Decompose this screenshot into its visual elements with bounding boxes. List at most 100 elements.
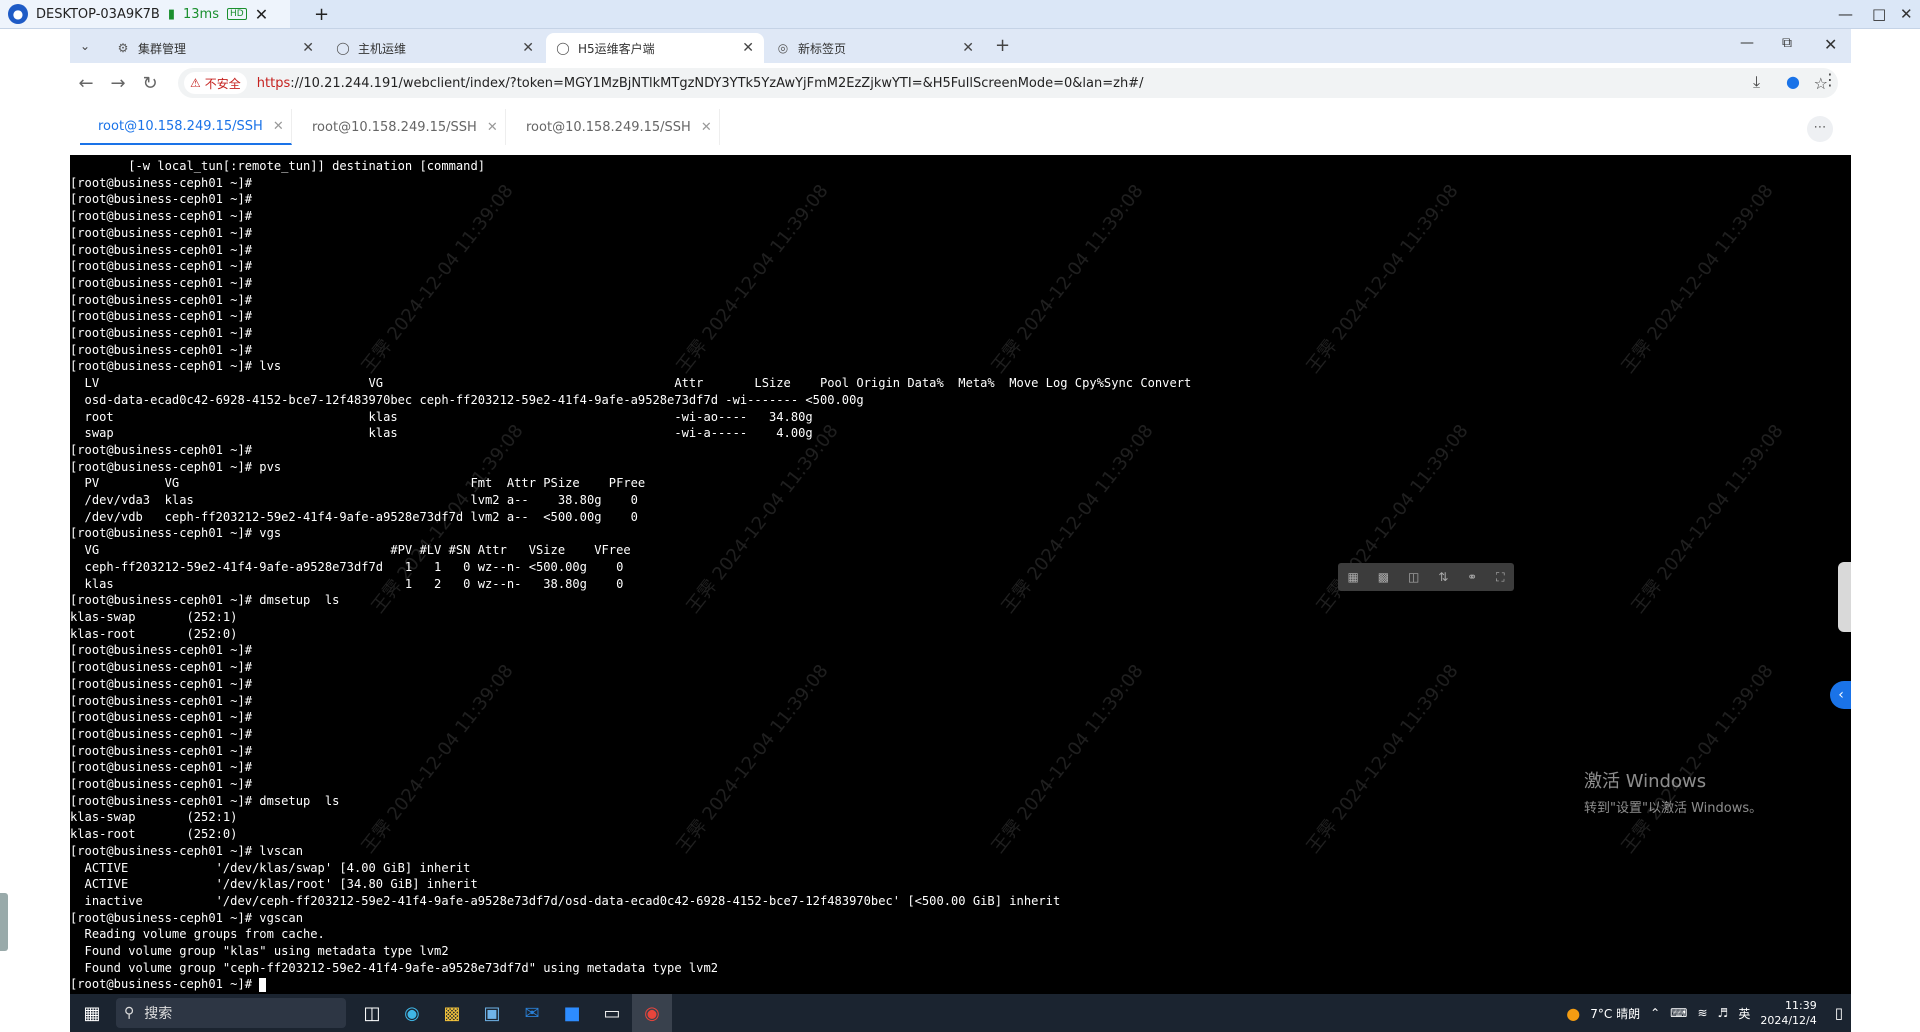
tab-new-tab[interactable]: ◎ 新标签页 ✕ xyxy=(766,33,984,63)
tab-search-icon[interactable]: ⌄ xyxy=(80,39,90,53)
menu-icon[interactable]: ⋮ xyxy=(1822,70,1838,89)
tab-label: 主机运维 xyxy=(358,41,407,56)
browser-tab-strip: ⌄ ⚙ 集群管理 ✕ ◯ 主机运维 ✕ ◯ H5运维客户端 ✕ ◎ 新标签页 ✕… xyxy=(70,29,1851,63)
shield-icon: ◯ xyxy=(556,41,570,55)
url-scheme: https xyxy=(256,75,291,91)
windows-taskbar: ▦ ⚲ 搜索 ◫ ◉ ▩ ▣ ✉ ■ ▭ ◉ ● 7°C 晴朗 ⌃ ⌨ ≋ ♬ … xyxy=(70,994,1851,1032)
shield-icon: ◯ xyxy=(336,41,350,55)
latency-value: 13ms xyxy=(183,6,219,22)
ssh-tab-label: root@10.158.249.15/SSH xyxy=(526,119,691,135)
desktop-left-margin xyxy=(0,29,70,994)
file-explorer-icon[interactable]: ▩ xyxy=(432,994,472,1032)
reload-icon[interactable]: ↻ xyxy=(134,67,166,99)
terminal-output: [-w local_tun[:remote_tun]] destination … xyxy=(70,158,1191,993)
ssh-terminal[interactable]: 王霁 2024-12-04 11:39:08 王霁 2024-12-04 11:3… xyxy=(70,155,1851,994)
clock[interactable]: 11:39 2024/12/4 xyxy=(1760,998,1816,1028)
grid-icon[interactable]: ▩ xyxy=(1378,570,1389,584)
tab-label: H5运维客户端 xyxy=(578,41,655,56)
remote-session-bar: ● DESKTOP-03A9K7B ▮ 13ms HD ✕ + — □ ✕ xyxy=(0,0,1920,29)
minimize-icon[interactable]: — xyxy=(1838,0,1853,28)
weather-text[interactable]: 7°C 晴朗 xyxy=(1590,1005,1640,1022)
terminal-lines: [-w local_tun[:remote_tun]] destination … xyxy=(70,159,1192,992)
maximize-icon[interactable]: □ xyxy=(1872,0,1886,28)
side-drag-handle[interactable] xyxy=(0,893,8,951)
keyboard-icon[interactable]: ⌨ xyxy=(1670,1006,1687,1020)
browser-window: ⌄ ⚙ 集群管理 ✕ ◯ 主机运维 ✕ ◯ H5运维客户端 ✕ ◎ 新标签页 ✕… xyxy=(70,29,1851,994)
task-view-icon[interactable]: ◫ xyxy=(352,994,392,1032)
link-icon[interactable]: ⚭ xyxy=(1467,570,1477,584)
close-session-icon[interactable]: ✕ xyxy=(255,5,268,24)
ssh-tab[interactable]: root@10.158.249.15/SSH ✕ xyxy=(294,109,506,145)
windows-start-icon[interactable]: ▦ xyxy=(72,994,112,1032)
layout-icon[interactable]: ▦ xyxy=(1347,570,1358,584)
hd-badge: HD xyxy=(226,8,247,20)
close-tab-icon[interactable]: ✕ xyxy=(742,40,754,56)
fullscreen-icon[interactable]: ⛶ xyxy=(1496,570,1504,585)
clock-time: 11:39 xyxy=(1785,999,1817,1012)
close-ssh-tab-icon[interactable]: ✕ xyxy=(487,120,498,135)
user-avatar-icon: ● xyxy=(8,4,28,24)
close-ssh-tab-icon[interactable]: ✕ xyxy=(701,120,712,135)
window-close-icon[interactable]: ✕ xyxy=(1824,35,1837,54)
ssh-tab-label: root@10.158.249.15/SSH xyxy=(312,119,477,135)
ssh-tab-label: root@10.158.249.15/SSH xyxy=(98,118,263,134)
search-label: 搜索 xyxy=(144,1006,173,1022)
window-minimize-icon[interactable]: — xyxy=(1740,35,1754,51)
taskbar-search[interactable]: ⚲ 搜索 xyxy=(116,998,346,1028)
app-icon[interactable]: ■ xyxy=(552,994,592,1032)
signal-icon: ▮ xyxy=(167,6,175,22)
watermark: 王霁 2024-12-04 11:39:08 xyxy=(1617,660,1778,858)
taskbar-apps: ◫ ◉ ▩ ▣ ✉ ■ ▭ ◉ xyxy=(352,994,672,1032)
system-tray: ● 7°C 晴朗 ⌃ ⌨ ≋ ♬ 英 11:39 2024/12/4 ▯ xyxy=(1566,994,1843,1032)
tab-host-ops[interactable]: ◯ 主机运维 ✕ xyxy=(326,33,544,63)
transfer-icon[interactable]: ⇅ xyxy=(1438,570,1448,584)
forward-icon[interactable]: → xyxy=(102,67,134,99)
close-tab-icon[interactable]: ✕ xyxy=(302,40,314,56)
tab-cluster-management[interactable]: ⚙ 集群管理 ✕ xyxy=(106,33,324,63)
close-tab-icon[interactable]: ✕ xyxy=(962,40,974,56)
outlook-icon[interactable]: ✉ xyxy=(512,994,552,1032)
tab-label: 新标签页 xyxy=(798,41,847,56)
chrome-icon: ◎ xyxy=(777,41,789,55)
ssh-session-tabs: root@10.158.249.15/SSH ✕ root@10.158.249… xyxy=(70,103,1851,155)
network-icon[interactable]: ≋ xyxy=(1697,1006,1707,1020)
clock-date: 2024/12/4 xyxy=(1760,1014,1817,1027)
remote-session-tab[interactable]: ● DESKTOP-03A9K7B ▮ 13ms HD ✕ xyxy=(0,0,290,28)
close-icon[interactable]: ✕ xyxy=(1900,0,1913,28)
profile-icon[interactable]: ● xyxy=(1786,72,1800,91)
new-tab-icon[interactable]: + xyxy=(995,35,1010,56)
close-tab-icon[interactable]: ✕ xyxy=(522,40,534,56)
watermark: 王霁 2024-12-04 11:39:08 xyxy=(1617,180,1778,378)
weather-icon: ● xyxy=(1566,1003,1581,1023)
security-chip[interactable]: ⚠ 不安全 xyxy=(184,72,247,94)
notification-icon[interactable]: ▯ xyxy=(1835,1004,1843,1022)
close-ssh-tab-icon[interactable]: ✕ xyxy=(273,119,284,134)
new-session-icon[interactable]: + xyxy=(314,4,329,25)
more-options-icon[interactable]: ⋯ xyxy=(1807,116,1833,142)
activation-subtitle: 转到"设置"以激活 Windows。 xyxy=(1584,801,1763,816)
chrome-icon[interactable]: ◉ xyxy=(632,994,672,1032)
address-bar[interactable]: ⚠ 不安全 https://10.21.244.191/webclient/in… xyxy=(178,68,1838,98)
ssh-tab[interactable]: root@10.158.249.15/SSH ✕ xyxy=(80,109,292,145)
window-restore-icon[interactable]: ⧉ xyxy=(1782,35,1792,51)
expand-panel-icon[interactable]: ‹ xyxy=(1830,681,1851,709)
activation-title: 激活 Windows xyxy=(1584,771,1707,792)
back-icon[interactable]: ← xyxy=(70,67,102,99)
volume-icon[interactable]: ♬ xyxy=(1718,1006,1729,1020)
download-icon[interactable]: ⤓ xyxy=(1753,72,1760,92)
url-text: ://10.21.244.191/webclient/index/?token=… xyxy=(290,75,1144,91)
tab-label: 集群管理 xyxy=(138,41,187,56)
notepad-icon[interactable]: ▭ xyxy=(592,994,632,1032)
desktop-right-margin xyxy=(1851,29,1920,994)
chevron-up-icon[interactable]: ⌃ xyxy=(1650,1006,1660,1020)
ssh-tab[interactable]: root@10.158.249.15/SSH ✕ xyxy=(508,109,720,145)
store-icon[interactable]: ▣ xyxy=(472,994,512,1032)
terminal-cursor xyxy=(259,977,267,992)
side-panel-handle[interactable] xyxy=(1838,562,1851,632)
terminal-floating-toolbar: ▦ ▩ ◫ ⇅ ⚭ ⛶ xyxy=(1338,563,1514,591)
warning-icon: ⚠ xyxy=(190,76,201,90)
edge-icon[interactable]: ◉ xyxy=(392,994,432,1032)
tab-h5-client[interactable]: ◯ H5运维客户端 ✕ xyxy=(546,33,764,63)
split-icon[interactable]: ◫ xyxy=(1408,570,1419,584)
ime-indicator[interactable]: 英 xyxy=(1738,1005,1750,1022)
